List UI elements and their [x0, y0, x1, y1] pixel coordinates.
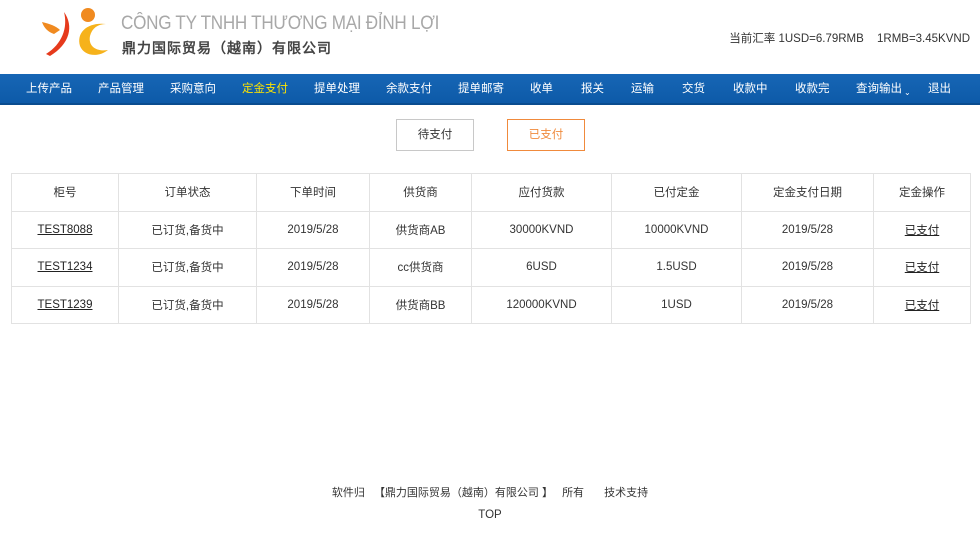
cell-deposit-paid: 1.5USD: [611, 248, 742, 287]
company-name-vn: CÔNG TY TNHH THƯƠNG MẠI ĐỈNH LỢI: [121, 13, 440, 34]
nav-item-customs[interactable]: 报关: [581, 74, 604, 105]
cell-container-no: TEST1239: [11, 285, 119, 324]
cell-deposit-date: 2019/5/28: [741, 248, 874, 287]
paid-action-link[interactable]: 已支付: [905, 262, 940, 274]
cell-payable: 30000KVND: [471, 210, 612, 249]
deposit-orders-table: 柜号 订单状态 下单时间 供货商 应付货款 已付定金 定金支付日期 定金操作 T…: [11, 173, 971, 324]
column-header-order-status: 订单状态: [118, 173, 257, 212]
chevron-down-icon: ⌄: [904, 88, 911, 97]
column-header-order-time: 下单时间: [256, 173, 370, 212]
back-to-top-link[interactable]: TOP: [0, 509, 980, 521]
nav-item-query-export-label: 查询输出: [856, 83, 902, 95]
footer: 软件归 【鼎力国际贸易（越南）有限公司 】 所有 技术支持: [0, 484, 980, 500]
cell-container-no: TEST1234: [11, 248, 119, 287]
exchange-rates: 当前汇率 1USD=6.79RMB 1RMB=3.45KVND: [729, 30, 970, 46]
table-header-row: 柜号 订单状态 下单时间 供货商 应付货款 已付定金 定金支付日期 定金操作: [11, 173, 971, 212]
main-nav: 上传产品 产品管理 采购意向 定金支付 提单处理 余款支付 提单邮寄 收单 报关…: [0, 74, 980, 105]
cell-order-status: 已订货,备货中: [118, 210, 257, 249]
footer-owner-suffix: 所有: [562, 487, 585, 499]
cell-order-time: 2019/5/28: [256, 248, 370, 287]
cell-supplier: 供货商BB: [369, 285, 472, 324]
cell-order-status: 已订货,备货中: [118, 285, 257, 324]
cell-order-time: 2019/5/28: [256, 285, 370, 324]
cell-deposit-paid: 10000KVND: [611, 210, 742, 249]
cell-payable: 6USD: [471, 248, 612, 287]
nav-item-delivery[interactable]: 交货: [682, 74, 705, 105]
company-name-cn: 鼎力国际贸易（越南）有限公司: [122, 40, 332, 56]
footer-owner-prefix: 软件归: [331, 487, 365, 499]
container-no-link[interactable]: TEST1234: [38, 261, 93, 273]
cell-container-no: TEST8088: [11, 210, 119, 249]
column-header-container-no: 柜号: [11, 173, 119, 212]
cell-deposit-date: 2019/5/28: [741, 285, 874, 324]
table-row: TEST1234 已订货,备货中 2019/5/28 cc供货商 6USD 1.…: [11, 248, 971, 287]
nav-item-purchase-intent[interactable]: 采购意向: [170, 74, 216, 105]
footer-tech-support[interactable]: 技术支持: [604, 487, 648, 499]
paid-action-link[interactable]: 已支付: [905, 300, 940, 312]
cell-deposit-paid: 1USD: [611, 285, 742, 324]
cell-deposit-action: 已支付: [873, 210, 971, 249]
nav-item-collecting[interactable]: 收款中: [733, 74, 768, 105]
table-row: TEST8088 已订货,备货中 2019/5/28 供货商AB 30000KV…: [11, 210, 971, 249]
tab-paid[interactable]: 已支付: [507, 119, 585, 151]
column-header-deposit-paid: 已付定金: [611, 173, 742, 212]
tab-pending-payment[interactable]: 待支付: [396, 119, 474, 151]
nav-item-bill-processing[interactable]: 提单处理: [314, 74, 360, 105]
container-no-link[interactable]: TEST8088: [38, 224, 93, 236]
nav-item-receipt[interactable]: 收单: [530, 74, 553, 105]
nav-item-transport[interactable]: 运输: [631, 74, 654, 105]
nav-item-product-management[interactable]: 产品管理: [98, 74, 144, 105]
site-header: CÔNG TY TNHH THƯƠNG MẠI ĐỈNH LỢI 鼎力国际贸易（…: [0, 0, 980, 74]
column-header-deposit-date: 定金支付日期: [741, 173, 874, 212]
nav-item-logout[interactable]: 退出: [928, 74, 951, 105]
rate-usd: 当前汇率 1USD=6.79RMB: [729, 33, 864, 45]
cell-deposit-action: 已支付: [873, 248, 971, 287]
nav-item-balance-payment[interactable]: 余款支付: [386, 74, 432, 105]
rate-rmb: 1RMB=3.45KVND: [877, 33, 970, 45]
footer-owner-name: 【鼎力国际贸易（越南）有限公司 】: [373, 487, 553, 499]
nav-item-query-export[interactable]: 查询输出 ⌄: [856, 74, 911, 105]
nav-item-collected[interactable]: 收款完: [795, 74, 830, 105]
cell-supplier: cc供货商: [369, 248, 472, 287]
cell-supplier: 供货商AB: [369, 210, 472, 249]
company-logo: [42, 8, 108, 56]
container-no-link[interactable]: TEST1239: [38, 299, 93, 311]
nav-item-upload-product[interactable]: 上传产品: [26, 74, 72, 105]
cell-order-time: 2019/5/28: [256, 210, 370, 249]
column-header-payable: 应付货款: [471, 173, 612, 212]
cell-deposit-action: 已支付: [873, 285, 971, 324]
paid-action-link[interactable]: 已支付: [905, 225, 940, 237]
nav-item-deposit-payment[interactable]: 定金支付: [242, 74, 288, 105]
nav-item-bill-mailing[interactable]: 提单邮寄: [458, 74, 504, 105]
column-header-supplier: 供货商: [369, 173, 472, 212]
column-header-deposit-action: 定金操作: [873, 173, 971, 212]
cell-payable: 120000KVND: [471, 285, 612, 324]
cell-order-status: 已订货,备货中: [118, 248, 257, 287]
table-row: TEST1239 已订货,备货中 2019/5/28 供货商BB 120000K…: [11, 285, 971, 324]
cell-deposit-date: 2019/5/28: [741, 210, 874, 249]
